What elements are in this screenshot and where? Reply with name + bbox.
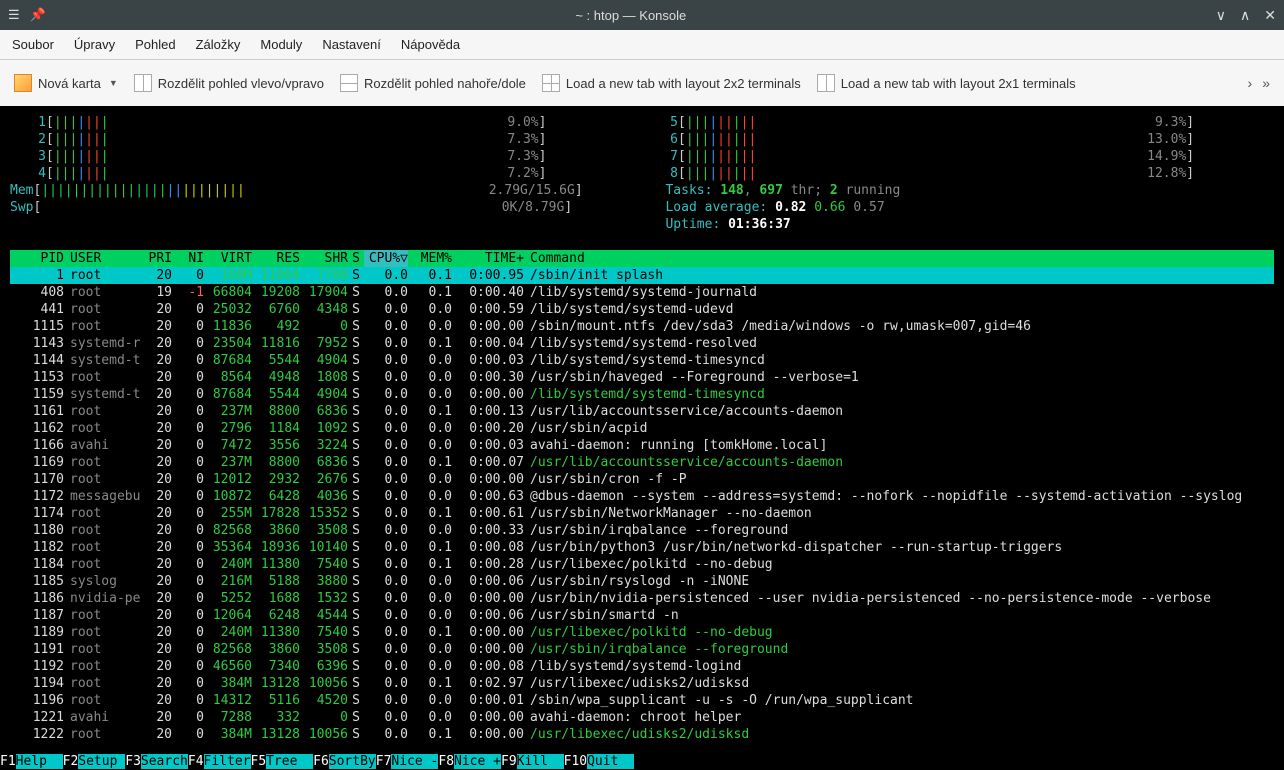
process-row[interactable]: 1196root2001431251164520S0.00.00:00.01/s… xyxy=(10,692,1274,709)
split-tb-button[interactable]: Rozdělit pohled nahoře/dole xyxy=(340,74,526,92)
menu-help[interactable]: Nápověda xyxy=(401,37,460,52)
fn-key[interactable]: F8 xyxy=(438,754,454,769)
fn-label[interactable]: Kill xyxy=(517,754,564,769)
layout-2x2-label: Load a new tab with layout 2x2 terminals xyxy=(566,76,801,91)
process-row[interactable]: 1185syslog200216M51883880S0.00.00:00.06/… xyxy=(10,573,1274,590)
split-horizontal-icon xyxy=(340,74,358,92)
fn-key[interactable]: F9 xyxy=(501,754,517,769)
menu-file[interactable]: Soubor xyxy=(12,37,54,52)
cpu-meter: 5[|||||||||9.3%] xyxy=(642,114,1274,131)
process-row[interactable]: 1222root200384M1312810056S0.00.10:00.00/… xyxy=(10,726,1274,743)
process-row[interactable]: 1144systemd-t2008768455444904S0.00.00:00… xyxy=(10,352,1274,369)
tasks-info: Tasks: 148, 697 thr; 2 running xyxy=(642,182,1274,199)
process-row[interactable]: 1169root200237M88006836S0.00.10:00.07/us… xyxy=(10,454,1274,471)
cpu-meter: 1[|||||||9.0%] xyxy=(10,114,642,131)
process-row[interactable]: 1221avahi20072883320S0.00.00:00.00avahi-… xyxy=(10,709,1274,726)
process-row[interactable]: 1189root200240M113807540S0.00.10:00.00/u… xyxy=(10,624,1274,641)
function-key-bar: F1Help F2Setup F3SearchF4FilterF5Tree F6… xyxy=(0,753,1284,770)
menu-view[interactable]: Pohled xyxy=(135,37,175,52)
menu-bar: Soubor Úpravy Pohled Záložky Moduly Nast… xyxy=(0,30,1284,60)
grid-2x1-icon xyxy=(817,74,835,92)
new-tab-icon xyxy=(14,74,32,92)
process-row[interactable]: 1187root2001206462484544S0.00.00:00.06/u… xyxy=(10,607,1274,624)
menu-edit[interactable]: Úpravy xyxy=(74,37,115,52)
close-button[interactable]: ✕ xyxy=(1264,7,1276,24)
process-row[interactable]: 1166avahi200747235563224S0.00.00:00.03av… xyxy=(10,437,1274,454)
app-menu-icon[interactable]: ☰ xyxy=(8,7,20,23)
window-title: ~ : htop — Konsole xyxy=(46,8,1216,23)
fn-label[interactable]: Help xyxy=(16,754,63,769)
grid-2x2-icon xyxy=(542,74,560,92)
process-row[interactable]: 1174root200255M1782815352S0.00.10:00.61/… xyxy=(10,505,1274,522)
toolbar-overflow-icon[interactable]: » xyxy=(1262,75,1270,91)
fn-key[interactable]: F7 xyxy=(376,754,392,769)
load-info: Load average: 0.82 0.66 0.57 xyxy=(642,199,1274,216)
process-row[interactable]: 408root19-1668041920817904S0.00.10:00.40… xyxy=(10,284,1274,301)
layout-2x2-button[interactable]: Load a new tab with layout 2x2 terminals xyxy=(542,74,801,92)
minimize-button[interactable]: ∨ xyxy=(1216,7,1226,24)
terminal[interactable]: 1[|||||||9.0%]2[|||||||7.3%]3[|||||||7.3… xyxy=(0,106,1284,770)
mem-meter: Mem[||||||||||||||||||||||||||2.79G/15.6… xyxy=(10,182,642,199)
process-row[interactable]: 1root200160M110647708S0.00.10:00.95/sbin… xyxy=(10,267,1274,284)
fn-label[interactable]: Filter xyxy=(204,754,251,769)
layout-2x1-label: Load a new tab with layout 2x1 terminals xyxy=(841,76,1076,91)
process-row[interactable]: 1161root200237M88006836S0.00.10:00.13/us… xyxy=(10,403,1274,420)
split-lr-button[interactable]: Rozdělit pohled vlevo/vpravo xyxy=(134,74,324,92)
fn-label[interactable]: SortBy xyxy=(329,754,376,769)
fn-key[interactable]: F3 xyxy=(125,754,141,769)
process-row[interactable]: 1162root200279611841092S0.00.00:00.20/us… xyxy=(10,420,1274,437)
process-row[interactable]: 1191root2008256838603508S0.00.00:00.00/u… xyxy=(10,641,1274,658)
process-table-header[interactable]: PIDUSERPRINIVIRTRESSHRSCPU%▽MEM%TIME+Com… xyxy=(10,250,1274,267)
process-row[interactable]: 1170root2001201229322676S0.00.00:00.00/u… xyxy=(10,471,1274,488)
fn-key[interactable]: F10 xyxy=(564,754,587,769)
menu-plugins[interactable]: Moduly xyxy=(260,37,302,52)
split-tb-label: Rozdělit pohled nahoře/dole xyxy=(364,76,526,91)
cpu-meter: 7[|||||||||14.9%] xyxy=(642,148,1274,165)
process-row[interactable]: 1186nvidia-pe200525216881532S0.00.00:00.… xyxy=(10,590,1274,607)
maximize-button[interactable]: ∧ xyxy=(1240,7,1250,24)
process-row[interactable]: 441root2002503267604348S0.00.00:00.59/li… xyxy=(10,301,1274,318)
menu-bookmarks[interactable]: Záložky xyxy=(196,37,241,52)
toolbar: Nová karta ▼ Rozdělit pohled vlevo/vprav… xyxy=(0,60,1284,106)
process-row[interactable]: 1115root200118364920S0.00.00:00.00/sbin/… xyxy=(10,318,1274,335)
fn-key[interactable]: F1 xyxy=(0,754,16,769)
new-tab-button[interactable]: Nová karta ▼ xyxy=(14,74,118,92)
menu-settings[interactable]: Nastavení xyxy=(322,37,381,52)
fn-key[interactable]: F5 xyxy=(251,754,267,769)
pin-icon[interactable]: 📌 xyxy=(30,7,46,23)
process-row[interactable]: 1143systemd-r20023504118167952S0.00.10:0… xyxy=(10,335,1274,352)
process-row[interactable]: 1184root200240M113807540S0.00.10:00.28/u… xyxy=(10,556,1274,573)
layout-2x1-button[interactable]: Load a new tab with layout 2x1 terminals xyxy=(817,74,1076,92)
fn-label[interactable]: Tree xyxy=(266,754,313,769)
uptime-info: Uptime: 01:36:37 xyxy=(642,216,1274,233)
process-row[interactable]: 1153root200856449481808S0.00.00:00.30/us… xyxy=(10,369,1274,386)
cpu-meter: 2[|||||||7.3%] xyxy=(10,131,642,148)
process-row[interactable]: 1182root200353641893610140S0.00.10:00.08… xyxy=(10,539,1274,556)
process-row[interactable]: 1192root2004656073406396S0.00.00:00.08/l… xyxy=(10,658,1274,675)
new-tab-label: Nová karta xyxy=(38,76,101,91)
toolbar-more-icon[interactable]: › xyxy=(1248,75,1253,91)
cpu-meter: 8[|||||||||12.8%] xyxy=(642,165,1274,182)
split-vertical-icon xyxy=(134,74,152,92)
fn-label[interactable]: Setup xyxy=(78,754,125,769)
cpu-meter: 3[|||||||7.3%] xyxy=(10,148,642,165)
split-lr-label: Rozdělit pohled vlevo/vpravo xyxy=(158,76,324,91)
fn-key[interactable]: F2 xyxy=(63,754,79,769)
title-bar: ☰ 📌 ~ : htop — Konsole ∨ ∧ ✕ xyxy=(0,0,1284,30)
fn-key[interactable]: F6 xyxy=(313,754,329,769)
process-row[interactable]: 1194root200384M1312810056S0.00.10:02.97/… xyxy=(10,675,1274,692)
chevron-down-icon[interactable]: ▼ xyxy=(109,78,118,88)
process-row[interactable]: 1180root2008256838603508S0.00.00:00.33/u… xyxy=(10,522,1274,539)
process-row[interactable]: 1172messagebu2001087264284036S0.00.00:00… xyxy=(10,488,1274,505)
swp-meter: Swp[0K/8.79G] xyxy=(10,199,642,216)
fn-label[interactable]: Nice + xyxy=(454,754,501,769)
fn-label[interactable]: Search xyxy=(141,754,188,769)
fn-key[interactable]: F4 xyxy=(188,754,204,769)
cpu-meter: 6[|||||||||13.0%] xyxy=(642,131,1274,148)
fn-label[interactable]: Quit xyxy=(587,754,634,769)
fn-label[interactable]: Nice - xyxy=(391,754,438,769)
process-row[interactable]: 1159systemd-t2008768455444904S0.00.00:00… xyxy=(10,386,1274,403)
cpu-meter: 4[|||||||7.2%] xyxy=(10,165,642,182)
